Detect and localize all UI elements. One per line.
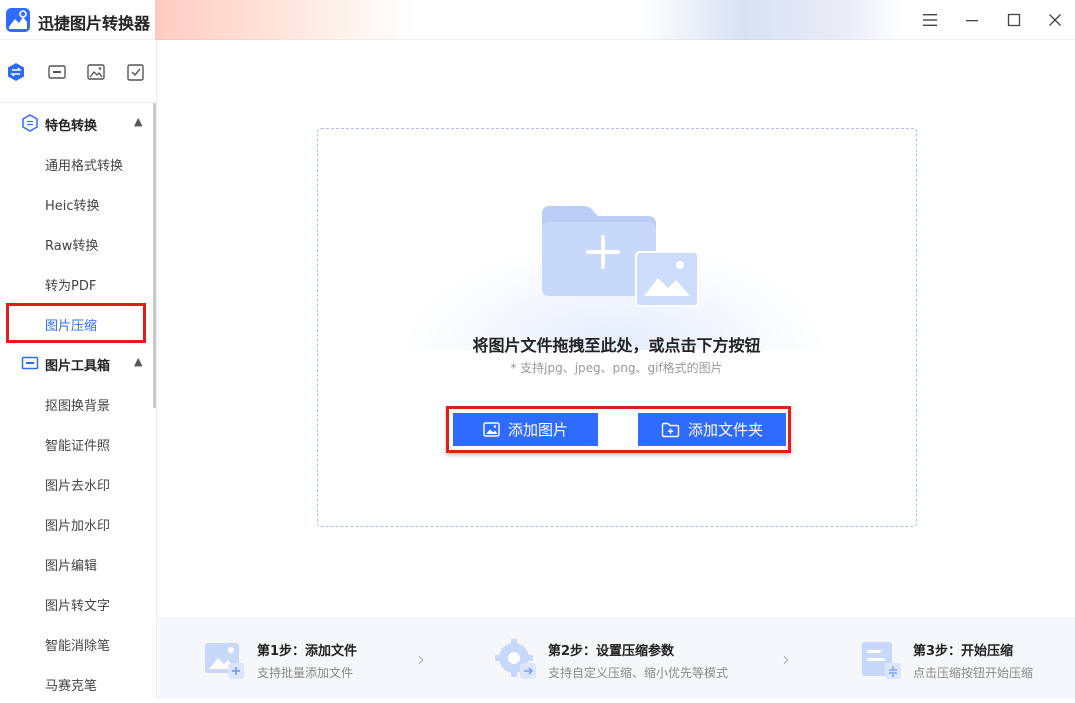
sidebar-item-general-convert[interactable]: 通用格式转换 <box>0 143 150 183</box>
tab-image-edit[interactable] <box>86 62 106 82</box>
sidebar-item-label: 图片加水印 <box>45 519 111 534</box>
main-panel: 将图片文件拖拽至此处，或点击下方按钮 * 支持jpg、jpeg、png、gif格… <box>158 40 1075 618</box>
sidebar: 特色转换 ▲ 通用格式转换 Heic转换 Raw转换 转为PDF 图片压缩 图片… <box>0 40 157 699</box>
toolbox-icon <box>21 356 39 370</box>
sidebar-item-label: 抠图换背景 <box>45 399 111 414</box>
title-bar: 迅捷图片转换器 <box>0 0 1075 40</box>
group-image-toolbox[interactable]: 图片工具箱 ▲ <box>0 343 150 383</box>
sidebar-item-id-photo[interactable]: 智能证件照 <box>0 423 150 463</box>
step-1-title: 第1步：添加文件 <box>257 644 358 659</box>
minimize-button[interactable] <box>960 8 984 32</box>
chevron-up-icon: ▲ <box>134 355 143 368</box>
tab-toolbox[interactable] <box>47 62 67 82</box>
compress-doc-icon <box>862 642 901 679</box>
sidebar-item-add-watermark[interactable]: 图片加水印 <box>0 503 150 543</box>
checklist-icon <box>127 64 144 81</box>
add-folder-button[interactable]: 添加文件夹 <box>638 413 786 446</box>
sidebar-item-label: 智能消除笔 <box>45 639 111 654</box>
group-feature-convert[interactable]: 特色转换 ▲ <box>0 103 150 143</box>
tab-checklist[interactable] <box>126 62 146 82</box>
settings-gear-icon <box>495 639 536 679</box>
app-logo-icon <box>6 8 30 32</box>
sidebar-item-label: 马赛克笔 <box>45 679 98 694</box>
convert-icon <box>22 114 38 132</box>
image-icon <box>483 422 500 437</box>
group-label: 特色转换 <box>45 119 98 134</box>
minimize-icon <box>966 20 978 22</box>
drop-supported-formats: * 支持jpg、jpeg、png、gif格式的图片 <box>510 361 723 375</box>
sidebar-item-label: 智能证件照 <box>45 439 111 454</box>
sidebar-tabs <box>0 40 157 103</box>
promo-banner-left[interactable] <box>155 0 415 40</box>
sidebar-item-mosaic[interactable]: 马赛克笔 <box>0 663 150 703</box>
promo-banner-right[interactable] <box>640 0 902 40</box>
app-title: 迅捷图片转换器 <box>38 14 151 33</box>
tab-convert[interactable] <box>6 62 26 82</box>
sidebar-item-label: 图片编辑 <box>45 559 98 574</box>
hamburger-icon <box>923 14 937 26</box>
add-folder-illustration-icon <box>542 206 699 307</box>
sidebar-item-to-pdf[interactable]: 转为PDF <box>0 263 150 303</box>
step-3-title: 第3步：开始压缩 <box>913 644 1014 659</box>
step-1-desc: 支持批量添加文件 <box>257 666 354 680</box>
sidebar-item-label: Raw转换 <box>45 239 99 254</box>
add-image-icon <box>205 643 244 679</box>
sidebar-item-label: 图片去水印 <box>45 479 111 494</box>
step-3-desc: 点击压缩按钮开始压缩 <box>913 666 1034 680</box>
sidebar-item-raw[interactable]: Raw转换 <box>0 223 150 263</box>
add-buttons-group: 添加图片 添加文件夹 <box>446 406 791 453</box>
toolbox-icon <box>48 65 66 79</box>
sidebar-item-label: Heic转换 <box>45 199 100 214</box>
menu-button[interactable] <box>918 8 942 32</box>
maximize-button[interactable] <box>1002 8 1026 32</box>
group-label: 图片工具箱 <box>45 359 111 374</box>
chevron-right-icon: › <box>782 647 790 671</box>
step-2-title: 第2步：设置压缩参数 <box>548 644 675 659</box>
close-button[interactable] <box>1043 8 1067 32</box>
sidebar-item-label: 图片压缩 <box>45 319 98 334</box>
sidebar-item-image-edit[interactable]: 图片编辑 <box>0 543 150 583</box>
sidebar-item-heic[interactable]: Heic转换 <box>0 183 150 223</box>
folder-plus-icon <box>661 422 680 437</box>
sidebar-item-cutout[interactable]: 抠图换背景 <box>0 383 150 423</box>
sidebar-item-label: 通用格式转换 <box>45 159 124 174</box>
convert-icon <box>8 63 24 81</box>
add-image-button[interactable]: 添加图片 <box>453 413 598 446</box>
close-icon <box>1049 14 1061 26</box>
steps-bar: 第1步：添加文件 支持批量添加文件 › 第2步：设置压缩参数 支持自定义压缩、缩… <box>158 618 1075 699</box>
chevron-right-icon: › <box>417 647 425 671</box>
sidebar-item-remove-watermark[interactable]: 图片去水印 <box>0 463 150 503</box>
sidebar-item-eraser[interactable]: 智能消除笔 <box>0 623 150 663</box>
sidebar-scrollbar[interactable] <box>153 103 156 408</box>
chevron-up-icon: ▲ <box>134 115 143 128</box>
step-2-desc: 支持自定义压缩、缩小优先等模式 <box>548 666 729 680</box>
sidebar-item-ocr[interactable]: 图片转文字 <box>0 583 150 623</box>
drop-title: 将图片文件拖拽至此处，或点击下方按钮 <box>472 336 761 355</box>
add-image-label: 添加图片 <box>507 421 568 439</box>
sidebar-item-label: 转为PDF <box>45 279 97 294</box>
add-folder-label: 添加文件夹 <box>687 421 763 439</box>
sidebar-item-compress[interactable]: 图片压缩 <box>6 303 146 343</box>
sidebar-item-label: 图片转文字 <box>45 599 111 614</box>
image-edit-icon <box>87 64 105 80</box>
maximize-icon <box>1007 13 1021 27</box>
